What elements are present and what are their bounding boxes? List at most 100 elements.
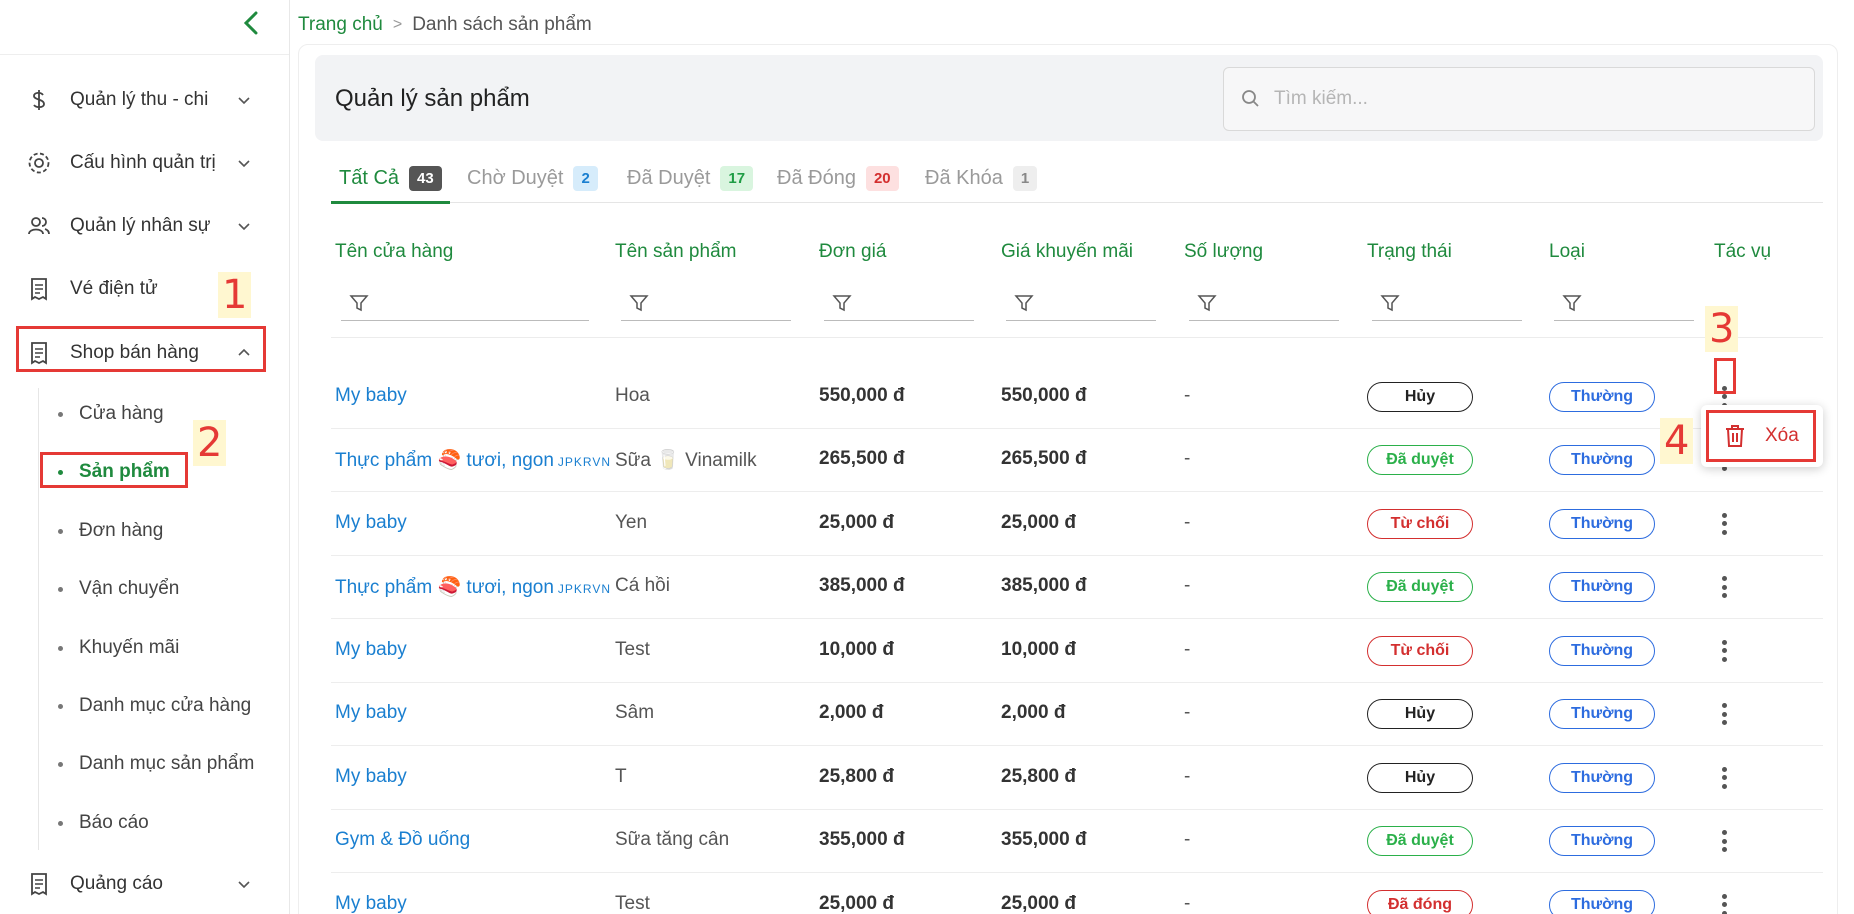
sidebar-item-thu-chi[interactable]: Quản lý thu - chi — [16, 78, 266, 122]
filter-icon — [1197, 295, 1217, 312]
dot — [1721, 521, 1727, 527]
promo-price: 265,500 đ — [1001, 448, 1087, 470]
bullet-icon — [58, 528, 63, 534]
tab-tat-ca[interactable]: Tất Cả 43 — [331, 153, 450, 204]
filter-price[interactable] — [824, 285, 974, 321]
tab-label: Đã Khóa — [925, 166, 1003, 189]
product-name: Cá hồi — [615, 575, 670, 597]
unit-price: 25,000 đ — [819, 511, 894, 533]
unit-price: 550,000 đ — [819, 384, 905, 406]
product-name: Yen — [615, 511, 648, 533]
filter-icon — [832, 295, 852, 312]
sidebar-subitem-danh-muc-cua-hang[interactable]: Danh mục cửa hàng — [58, 686, 251, 726]
row-divider — [331, 681, 1823, 683]
product-name: T — [615, 765, 627, 787]
shop-link[interactable]: My baby — [335, 893, 407, 914]
sidebar-item-cau-hinh[interactable]: Cấu hình quản trị — [16, 141, 266, 185]
shop-link[interactable]: Thực phẩm 🍣 tươi, ngon JPKRVN — [335, 575, 611, 599]
status-badge: Đã đóng — [1367, 889, 1473, 914]
product-name: Hoa — [615, 384, 650, 406]
chevron-down-icon — [238, 223, 250, 231]
tab-count-badge: 2 — [573, 165, 598, 191]
promo-price: 25,000 đ — [1001, 892, 1076, 914]
sidebar-subitem-cua-hang[interactable]: Cửa hàng — [58, 394, 164, 434]
row-divider — [331, 427, 1823, 429]
shop-link[interactable]: Thực phẩm 🍣 tươi, ngon JPKRVN — [335, 448, 611, 472]
shop-tag: JPKRVN — [557, 582, 612, 597]
receipt-icon — [24, 869, 54, 899]
bullet-icon — [58, 411, 63, 417]
sidebar-item-nhan-su[interactable]: Quản lý nhân sự — [16, 204, 266, 248]
type-badge: Thường — [1549, 445, 1655, 476]
sidebar-header — [0, 0, 289, 55]
sidebar-item-label: Cấu hình quản trị — [70, 152, 216, 173]
sidebar-subitem-bao-cao[interactable]: Báo cáo — [58, 803, 149, 843]
dot — [1721, 775, 1727, 781]
sidebar-item-shop-ban-hang[interactable]: Shop bán hàng — [16, 331, 266, 375]
type-badge: Thường — [1549, 826, 1655, 857]
more-actions-icon[interactable] — [1714, 636, 1734, 666]
more-actions-icon[interactable] — [1714, 826, 1734, 856]
dot — [1721, 656, 1727, 662]
dot — [1721, 466, 1727, 472]
unit-price: 265,500 đ — [819, 448, 905, 470]
tab-count-badge: 17 — [720, 165, 754, 191]
search-input[interactable] — [1274, 88, 1794, 110]
more-actions-icon[interactable] — [1714, 699, 1734, 729]
tab-da-khoa[interactable]: Đã Khóa 1 — [925, 153, 1038, 203]
tab-da-dong[interactable]: Đã Đóng 20 — [777, 153, 899, 203]
shop-link[interactable]: My baby — [335, 702, 407, 724]
gear-icon — [24, 148, 54, 178]
quantity: - — [1184, 829, 1191, 851]
sidebar-subitem-san-pham[interactable]: Sản phẩm — [58, 452, 170, 492]
product-name: Sâm — [615, 702, 655, 724]
sidebar-item-label: Quản lý nhân sự — [70, 215, 211, 236]
shop-link[interactable]: My baby — [335, 639, 407, 661]
shop-name: My baby — [335, 765, 407, 787]
dot — [1721, 593, 1727, 599]
sidebar-subitem-danh-muc-san-pham[interactable]: Danh mục sản phẩm — [58, 744, 254, 784]
more-actions-icon[interactable] — [1714, 763, 1734, 793]
column-header-shop: Tên cửa hàng — [335, 241, 454, 262]
sidebar-subitem-label: Danh mục sản phẩm — [79, 753, 255, 774]
sidebar-subitem-don-hang[interactable]: Đơn hàng — [58, 511, 163, 551]
trash-icon — [1726, 425, 1744, 447]
shop-name: My baby — [335, 511, 407, 533]
annotation-number-3: 3 — [1705, 306, 1739, 352]
sidebar-subitem-khuyen-mai[interactable]: Khuyến mãi — [58, 628, 179, 668]
shop-link[interactable]: My baby — [335, 512, 407, 534]
receipt-icon — [24, 274, 54, 304]
shop-link[interactable]: My baby — [335, 766, 407, 788]
submenu-divider — [38, 388, 39, 850]
sidebar-subitem-van-chuyen[interactable]: Vận chuyển — [58, 569, 179, 609]
more-actions-icon[interactable] — [1714, 509, 1734, 539]
sidebar-item-label: Quản lý thu - chi — [70, 89, 209, 110]
filter-status[interactable] — [1372, 285, 1522, 321]
dot — [1721, 830, 1727, 836]
tab-label: Đã Duyệt — [627, 166, 711, 189]
sidebar: Quản lý thu - chi Cấu hình quản trị Quản… — [0, 0, 290, 914]
dot — [1721, 512, 1727, 518]
receipt-icon — [24, 338, 54, 368]
filter-product[interactable] — [621, 285, 791, 321]
sidebar-item-quang-cao[interactable]: Quảng cáo — [16, 862, 266, 906]
more-actions-icon[interactable] — [1714, 890, 1734, 914]
type-badge: Thường — [1549, 508, 1655, 539]
tab-da-duyet[interactable]: Đã Duyệt 17 — [627, 153, 754, 203]
tab-cho-duyet[interactable]: Chờ Duyệt 2 — [467, 153, 598, 203]
shop-link[interactable]: My baby — [335, 385, 407, 407]
column-header-actions: Tác vụ — [1714, 241, 1772, 262]
filter-quantity[interactable] — [1189, 285, 1339, 321]
breadcrumb-home-link[interactable]: Trang chủ — [298, 14, 383, 36]
dot — [1721, 703, 1727, 709]
filter-shop[interactable] — [341, 285, 589, 321]
filter-type[interactable] — [1554, 285, 1694, 321]
filter-promo-price[interactable] — [1006, 285, 1156, 321]
delete-menu-item[interactable]: Xóa — [1705, 411, 1817, 461]
shop-link[interactable]: Gym & Đồ uống — [335, 829, 470, 851]
collapse-sidebar-button[interactable] — [237, 8, 267, 38]
more-actions-icon[interactable] — [1714, 572, 1734, 602]
annotation-number-4: 4 — [1660, 418, 1694, 464]
sidebar-subitem-label: Đơn hàng — [79, 520, 164, 541]
type-badge: Thường — [1549, 889, 1655, 914]
